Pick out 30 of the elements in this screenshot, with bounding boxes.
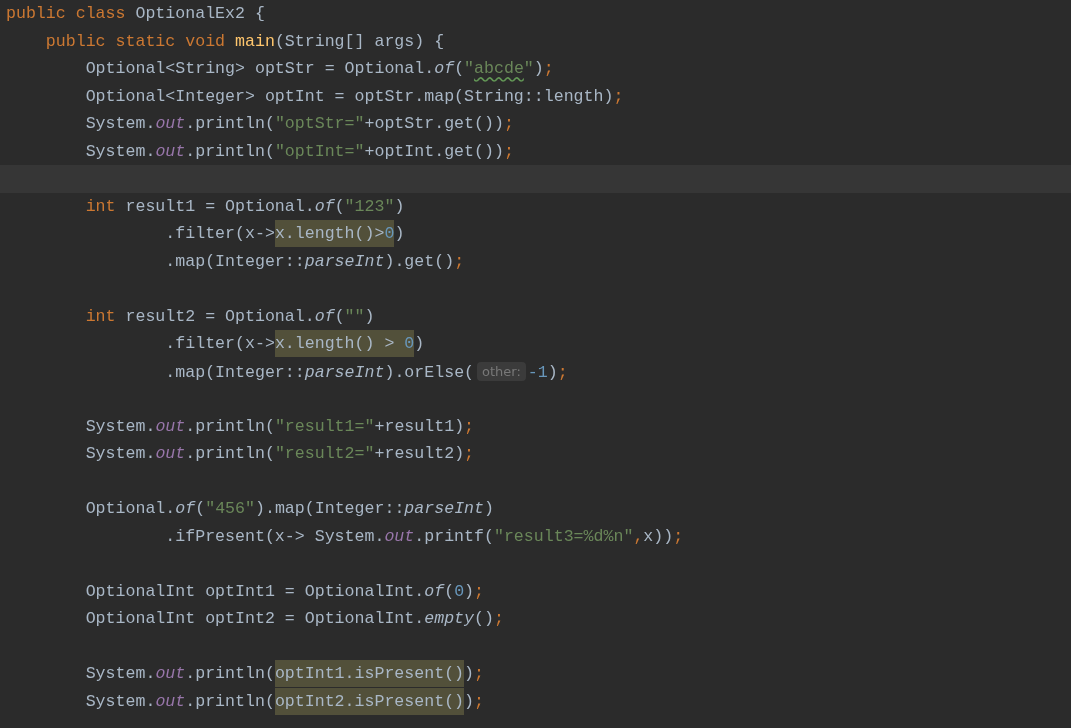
code-text: ) bbox=[414, 334, 425, 353]
code-line: int result2 = Optional.of("") bbox=[84, 305, 376, 328]
code-text: ) bbox=[394, 224, 405, 243]
code-line: System.out.println("optStr="+optStr.get()); bbox=[84, 113, 515, 135]
highlighted-code: optInt1.isPresent() bbox=[274, 660, 465, 687]
code-text: ); bbox=[464, 691, 484, 711]
code-line: public class OptionalEx2 { bbox=[5, 3, 266, 25]
code-line: System.out.println("result2="+result2); bbox=[84, 443, 476, 465]
highlighted-code: x.length() > 0 bbox=[274, 330, 415, 357]
code-line: .map(Integer::parseInt).get(); bbox=[164, 250, 466, 273]
code-text: -1); bbox=[527, 362, 568, 382]
code-text: .filter(x-> bbox=[164, 334, 275, 353]
code-line: System.out.println("optInt="+optInt.get()); bbox=[84, 140, 515, 163]
code-line: System.out.println("result1="+result1); bbox=[84, 415, 476, 438]
code-line: Optional<Integer> optInt = optStr.map(String::length); bbox=[84, 85, 625, 108]
code-line: int result1 = Optional.of("123") bbox=[84, 195, 406, 218]
code-line: OptionalInt optInt1 = OptionalInt.of(0); bbox=[84, 580, 486, 603]
parameter-hint: other: bbox=[477, 361, 526, 381]
code-text: System.out.println( bbox=[84, 664, 275, 683]
code-line: Optional<String> optStr = Optional.of("abcde"); bbox=[84, 58, 555, 80]
code-text: .filter(x-> bbox=[164, 224, 275, 243]
code-line: Optional.of("456").map(Integer::parseInt) bbox=[84, 498, 495, 520]
code-line: public static void main(String[] args) { bbox=[44, 30, 446, 53]
code-line: .ifPresent(x-> System.out.printf("result3=%d%n",x)); bbox=[164, 525, 685, 548]
code-line: OptionalInt optInt2 = OptionalInt.empty(); bbox=[84, 608, 505, 630]
code-text: ); bbox=[464, 664, 484, 683]
highlighted-code: x.length()>0 bbox=[274, 220, 395, 247]
code-text: .map(Integer::parseInt).orElse( bbox=[164, 362, 475, 382]
code-text: System.out.println( bbox=[84, 691, 275, 711]
highlighted-code: optInt2.isPresent() bbox=[274, 687, 465, 715]
